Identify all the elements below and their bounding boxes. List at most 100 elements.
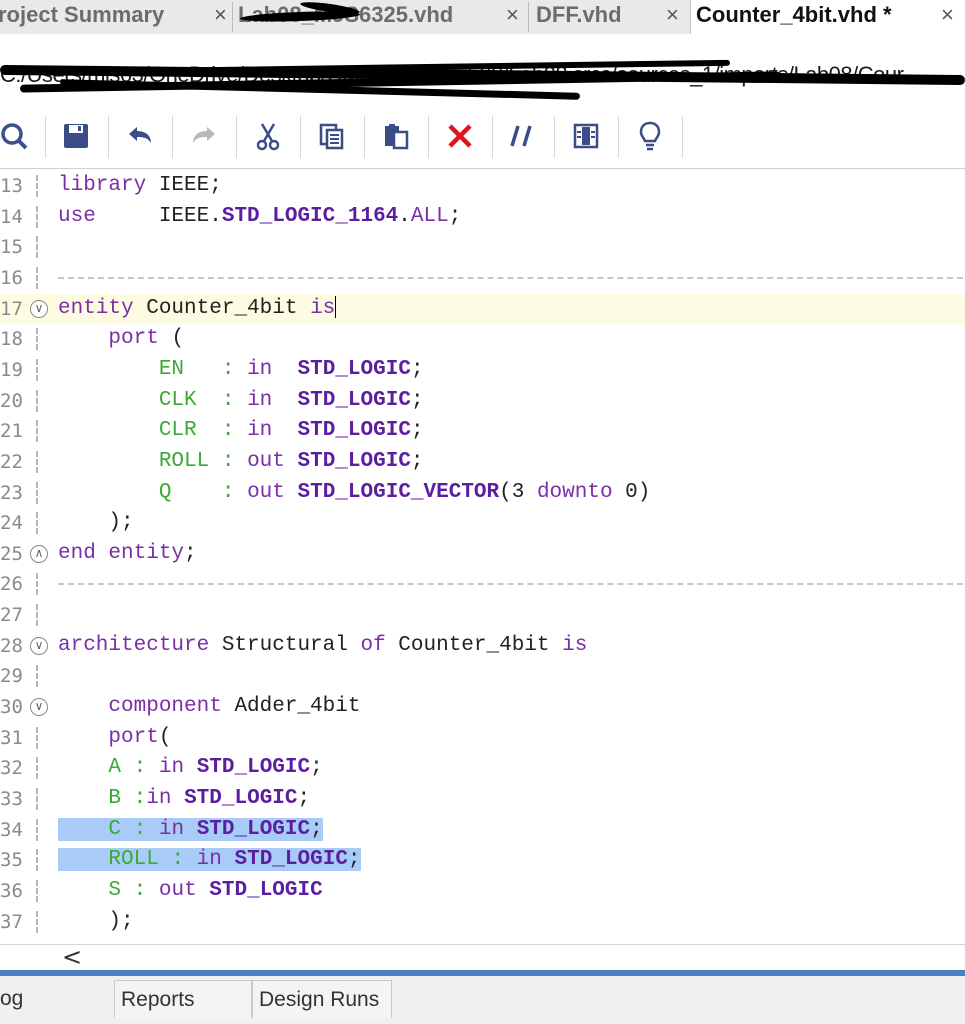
code-line[interactable]: 24 );	[0, 508, 965, 538]
save-icon[interactable]	[54, 114, 98, 158]
code-line[interactable]: 17 ∨ entity Counter_4bit is	[0, 293, 965, 324]
horizontal-scrollbar[interactable]: <	[0, 943, 965, 971]
code-line[interactable]: 34 C : in STD_LOGIC;	[0, 815, 965, 845]
code-token: ;	[410, 449, 424, 473]
gutter-marker	[36, 879, 38, 902]
code-text: library IEEE;	[58, 171, 222, 201]
code-line[interactable]: 36 S : out STD_LOGIC	[0, 876, 965, 906]
redo-icon[interactable]	[182, 114, 226, 158]
code-line[interactable]: 14 use IEEE.STD_LOGIC_1164.ALL;	[0, 202, 965, 232]
code-token: is	[310, 296, 336, 320]
toolbar-separator	[682, 116, 683, 158]
close-icon[interactable]: ×	[666, 0, 679, 30]
code-line[interactable]: 13 library IEEE;	[0, 171, 965, 201]
code-line[interactable]: 27	[0, 600, 965, 630]
tab-log[interactable]: og	[0, 980, 114, 1018]
gutter-marker	[36, 420, 38, 443]
close-icon[interactable]: ×	[941, 0, 954, 30]
fold-collapse-icon[interactable]: ∨	[30, 636, 48, 655]
code-token: ;	[410, 388, 424, 412]
code-token: (	[158, 327, 185, 351]
line-number: 28	[0, 634, 22, 657]
line-number: 18	[0, 328, 22, 351]
code-token: ;	[297, 787, 311, 810]
code-line[interactable]: 29	[0, 661, 965, 691]
code-line[interactable]: 35 ROLL : in STD_LOGIC;	[0, 845, 965, 875]
close-icon[interactable]: ×	[214, 0, 227, 30]
code-line[interactable]: 31 port(	[0, 723, 965, 753]
copy-icon[interactable]	[310, 114, 354, 158]
code-line[interactable]: 30 ∨ component Adder_4bit	[0, 692, 965, 722]
comment-icon[interactable]	[500, 114, 544, 158]
code-line[interactable]: 22 ROLL : out STD_LOGIC;	[0, 447, 965, 477]
lightbulb-icon[interactable]	[628, 114, 672, 158]
line-number: 22	[0, 450, 22, 473]
code-line[interactable]: 20 CLK : in STD_LOGIC;	[0, 386, 965, 416]
undo-icon[interactable]	[118, 114, 162, 158]
fold-collapse-icon[interactable]: ∨	[30, 698, 48, 717]
code-line[interactable]: 25 ∧ end entity;	[0, 539, 965, 569]
gutter-marker	[36, 910, 38, 933]
code-token: out	[247, 480, 285, 504]
code-line[interactable]: 23 Q : out STD_LOGIC_VECTOR(3 downto 0)	[0, 478, 965, 508]
code-line[interactable]: 18 port (	[0, 324, 965, 354]
tab-project-summary[interactable]: roject Summary ×	[0, 0, 230, 32]
tab-reports[interactable]: Reports	[114, 980, 252, 1018]
code-line[interactable]: 19 EN : in STD_LOGIC;	[0, 355, 965, 385]
code-line[interactable]: 37 );	[0, 907, 965, 937]
code-token: :	[221, 388, 235, 412]
code-line[interactable]: 15	[0, 232, 965, 262]
delete-icon[interactable]	[438, 114, 482, 158]
gutter-marker	[36, 788, 38, 810]
paste-icon[interactable]	[374, 114, 418, 158]
gutter-marker	[36, 175, 38, 197]
line-number: 29	[0, 665, 22, 688]
code-token: component	[108, 695, 222, 719]
code-token: STD_LOGIC	[297, 449, 411, 473]
toolbar-separator	[554, 116, 555, 158]
code-token: entity	[58, 296, 134, 320]
scroll-left-icon[interactable]: <	[62, 943, 82, 971]
code-token: Q	[158, 480, 172, 504]
code-line[interactable]: 33 B :in STD_LOGIC;	[0, 784, 965, 814]
code-token: STD_LOGIC	[297, 388, 411, 412]
tab-label: Reports	[121, 988, 195, 1011]
code-line[interactable]: 28 ∨ architecture Structural of Counter_4b…	[0, 631, 965, 661]
tab-design-runs[interactable]: Design Runs	[252, 980, 392, 1018]
fold-end-icon[interactable]: ∧	[30, 544, 48, 563]
code-line[interactable]: 21 CLR : in STD_LOGIC;	[0, 416, 965, 446]
cut-icon[interactable]	[246, 114, 290, 158]
gutter-marker	[36, 512, 38, 535]
bottom-panel-tabs: og Reports Design Runs	[0, 976, 965, 1024]
code-token: in	[146, 787, 172, 810]
tab-dff-file[interactable]: DFF.vhd ×	[532, 0, 690, 32]
fold-collapse-icon[interactable]: ∨	[30, 299, 48, 318]
code-token: ;	[310, 756, 323, 780]
code-line[interactable]: 32 A : in STD_LOGIC;	[0, 753, 965, 783]
close-icon[interactable]: ×	[506, 0, 519, 30]
code-line[interactable]: 26	[0, 569, 965, 599]
line-number: 34	[0, 818, 22, 841]
toolbar-separator	[364, 116, 365, 158]
code-token: port	[108, 327, 159, 351]
tab-counter-4bit-file[interactable]: Counter_4bit.vhd * ×	[690, 0, 965, 34]
code-text: CLK : in STD_LOGIC;	[58, 386, 424, 416]
search-icon[interactable]	[0, 114, 36, 158]
toolbar-separator	[108, 116, 109, 158]
code-line[interactable]: 16	[0, 263, 965, 293]
tab-label: og	[0, 987, 24, 1010]
code-token: C	[108, 817, 122, 841]
gutter-marker	[36, 266, 38, 289]
code-editor[interactable]: 13 library IEEE; 14 use IEEE.STD_LOGIC_1164…	[0, 168, 965, 945]
gutter-marker	[36, 481, 38, 504]
column-select-icon[interactable]	[564, 114, 608, 158]
code-token: ;	[184, 541, 197, 565]
code-content: CLK : in STD_LOGIC;	[58, 389, 424, 412]
code-text: CLR : in STD_LOGIC;	[58, 416, 424, 446]
code-text: architecture Structural of Counter_4bit …	[58, 631, 587, 661]
